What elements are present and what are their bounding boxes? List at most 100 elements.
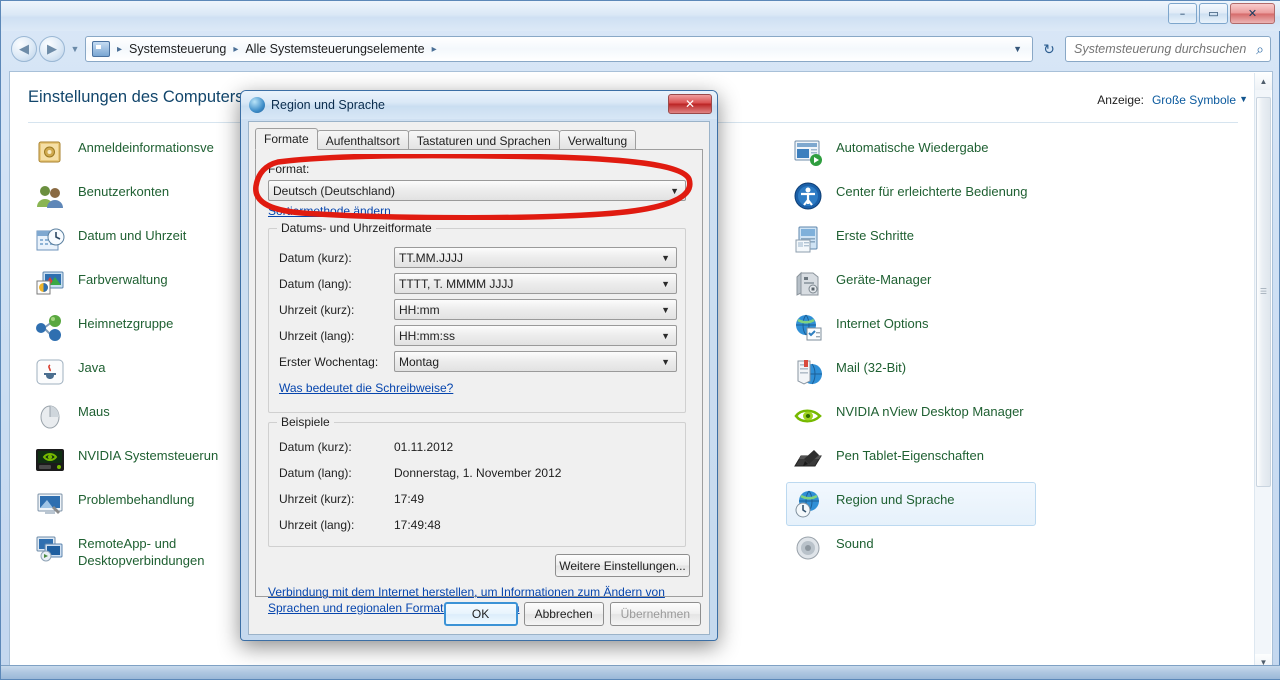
- chevron-down-icon: ▼: [70, 44, 80, 54]
- ok-button[interactable]: OK: [443, 602, 518, 626]
- address-row: ◀ ▶ ▼ ▸ Systemsteuerung ▸ Alle Systemste…: [1, 31, 1280, 67]
- maximize-button[interactable]: ▭: [1199, 3, 1228, 24]
- datum-kurz-combobox[interactable]: TT.MM.JJJJ ▼: [394, 247, 677, 268]
- region-language-icon: [792, 488, 824, 520]
- row-uhrzeit-lang: Uhrzeit (lang): HH:mm:ss ▼: [279, 325, 677, 346]
- format-combobox[interactable]: Deutsch (Deutschland) ▼: [268, 180, 686, 201]
- control-panel-icon: [92, 41, 110, 57]
- datetime-formats-group: Datums- und Uhrzeitformate Datum (kurz):…: [268, 221, 686, 413]
- row-uhrzeit-kurz: Uhrzeit (kurz): HH:mm ▼: [279, 299, 677, 320]
- dialog-close-button[interactable]: ✕: [668, 94, 712, 114]
- cp-item-label: Problembehandlung: [78, 492, 195, 507]
- scrollbar-thumb[interactable]: ☰: [1256, 97, 1271, 487]
- dialog-title: Region und Sprache: [271, 98, 385, 112]
- sample-value: 01.11.2012: [394, 439, 454, 454]
- apply-button: Übernehmen: [609, 602, 701, 626]
- cp-item-automatische-wiedergabe[interactable]: Automatische Wiedergabe: [786, 130, 1036, 174]
- vertical-scrollbar[interactable]: ▲ ☰ ▼: [1254, 73, 1272, 670]
- cp-item-sound[interactable]: Sound: [786, 526, 1036, 570]
- search-icon: ⌕: [1256, 40, 1264, 57]
- page-title: Einstellungen des Computers a: [28, 88, 258, 106]
- cp-item-erste-schritte[interactable]: Erste Schritte: [786, 218, 1036, 262]
- format-label: Format:: [268, 162, 310, 176]
- cp-item-label: Center für erleichterte Bedienung: [836, 184, 1028, 199]
- cp-item-pen-tablet-eigenschaften[interactable]: Pen Tablet-Eigenschaften: [786, 438, 1036, 482]
- nvidia-nview-icon: [792, 400, 824, 432]
- group-title: Datums- und Uhrzeitformate: [277, 221, 436, 235]
- sample-value: Donnerstag, 1. November 2012: [394, 465, 562, 480]
- ok-label: OK: [471, 607, 490, 621]
- color-management-icon: [34, 268, 66, 300]
- notation-help-link[interactable]: Was bedeutet die Schreibweise?: [279, 381, 453, 395]
- change-sorting-method-link[interactable]: Sortiermethode ändern: [268, 204, 391, 218]
- internet-options-icon: [792, 312, 824, 344]
- sample-uhrzeit-lang: Uhrzeit (lang): 17:49:48: [279, 515, 441, 534]
- region-and-language-dialog: Region und Sprache ✕ Formate Aufenthalts…: [240, 90, 718, 641]
- close-button[interactable]: ✕: [1230, 3, 1275, 24]
- address-bar[interactable]: ▸ Systemsteuerung ▸ Alle Systemsteuerung…: [85, 36, 1033, 62]
- cp-item-label: Datum und Uhrzeit: [78, 228, 187, 243]
- cp-item-center-erleichterte-bedienung[interactable]: Center für erleichterte Bedienung: [786, 174, 1036, 218]
- scroll-up-button[interactable]: ▲: [1255, 73, 1272, 90]
- cp-item-region-und-sprache[interactable]: Region und Sprache: [786, 482, 1036, 526]
- breadcrumb-separator-icon[interactable]: ▸: [429, 44, 440, 55]
- address-dropdown-icon[interactable]: ▼: [1013, 44, 1028, 54]
- chevron-down-icon: ▼: [661, 356, 670, 367]
- cp-item-internet-options[interactable]: Internet Options: [786, 306, 1036, 350]
- sample-datum-lang: Datum (lang): Donnerstag, 1. November 20…: [279, 463, 561, 482]
- tab-aufenthaltsort[interactable]: Aufenthaltsort: [316, 130, 409, 150]
- chevron-down-icon: ▼: [661, 330, 670, 341]
- cp-item-label: Sound: [836, 536, 874, 551]
- close-icon: ✕: [1247, 7, 1258, 20]
- dialog-titlebar: Region und Sprache: [241, 91, 717, 119]
- cp-item-label: Internet Options: [836, 316, 929, 331]
- uhrzeit-lang-combobox[interactable]: HH:mm:ss ▼: [394, 325, 677, 346]
- chevron-down-icon: ▼: [661, 304, 670, 315]
- minimize-button[interactable]: –: [1168, 3, 1197, 24]
- device-manager-icon: [792, 268, 824, 300]
- credentials-icon: [34, 136, 66, 168]
- tab-formate[interactable]: Formate: [255, 128, 318, 150]
- troubleshooting-icon: [34, 488, 66, 520]
- sample-label: Uhrzeit (kurz):: [279, 491, 355, 506]
- autoplay-icon: [792, 136, 824, 168]
- sound-icon: [792, 532, 824, 564]
- chevron-down-icon: ▼: [670, 185, 679, 196]
- nvidia-control-panel-icon: [34, 444, 66, 476]
- recent-pages-dropdown[interactable]: ▼: [69, 44, 81, 54]
- forward-button[interactable]: ▶: [39, 36, 65, 62]
- erster-wochentag-combobox[interactable]: Montag ▼: [394, 351, 677, 372]
- getting-started-icon: [792, 224, 824, 256]
- breadcrumb-separator-icon: ▸: [233, 43, 239, 55]
- cp-item-label: Farbverwaltung: [78, 272, 168, 287]
- mouse-icon: [34, 400, 66, 432]
- tab-verwaltung[interactable]: Verwaltung: [558, 130, 637, 150]
- chevron-down-icon[interactable]: ▼: [1239, 94, 1248, 104]
- cp-item-label: Benutzerkonten: [78, 184, 170, 199]
- uhrzeit-kurz-combobox[interactable]: HH:mm ▼: [394, 299, 677, 320]
- cp-item-label: Geräte-Manager: [836, 272, 932, 287]
- cancel-button[interactable]: Abbrechen: [523, 602, 604, 626]
- more-settings-button[interactable]: Weitere Einstellungen...: [555, 554, 690, 577]
- back-button[interactable]: ◀: [11, 36, 37, 62]
- refresh-button[interactable]: ↻: [1037, 36, 1061, 62]
- region-language-icon: [249, 97, 265, 113]
- format-combobox-value: Deutsch (Deutschland): [273, 183, 396, 198]
- breadcrumb-item-systemsteuerung[interactable]: Systemsteuerung: [125, 40, 230, 58]
- more-settings-label: Weitere Einstellungen...: [559, 558, 686, 573]
- search-input[interactable]: [1072, 41, 1257, 57]
- cp-item-geraete-manager[interactable]: Geräte-Manager: [786, 262, 1036, 306]
- row-datum-kurz: Datum (kurz): TT.MM.JJJJ ▼: [279, 247, 677, 268]
- back-icon: ◀: [19, 41, 29, 56]
- tab-tastaturen-und-sprachen[interactable]: Tastaturen und Sprachen: [407, 130, 560, 150]
- datum-lang-combobox[interactable]: TTTT, T. MMMM JJJJ ▼: [394, 273, 677, 294]
- cp-item-label: Region und Sprache: [836, 492, 955, 507]
- mail-icon: [792, 356, 824, 388]
- sample-label: Datum (kurz):: [279, 439, 352, 454]
- breadcrumb-item-alle-elemente[interactable]: Alle Systemsteuerungselemente: [241, 40, 428, 58]
- cp-item-nvidia-nview-desktop-manager[interactable]: NVIDIA nView Desktop Manager: [786, 394, 1036, 438]
- combobox-value: HH:mm: [399, 302, 440, 317]
- view-mode-value[interactable]: Große Symbole: [1152, 93, 1236, 107]
- cp-item-mail-32-bit[interactable]: Mail (32-Bit): [786, 350, 1036, 394]
- search-box[interactable]: ⌕: [1065, 36, 1271, 62]
